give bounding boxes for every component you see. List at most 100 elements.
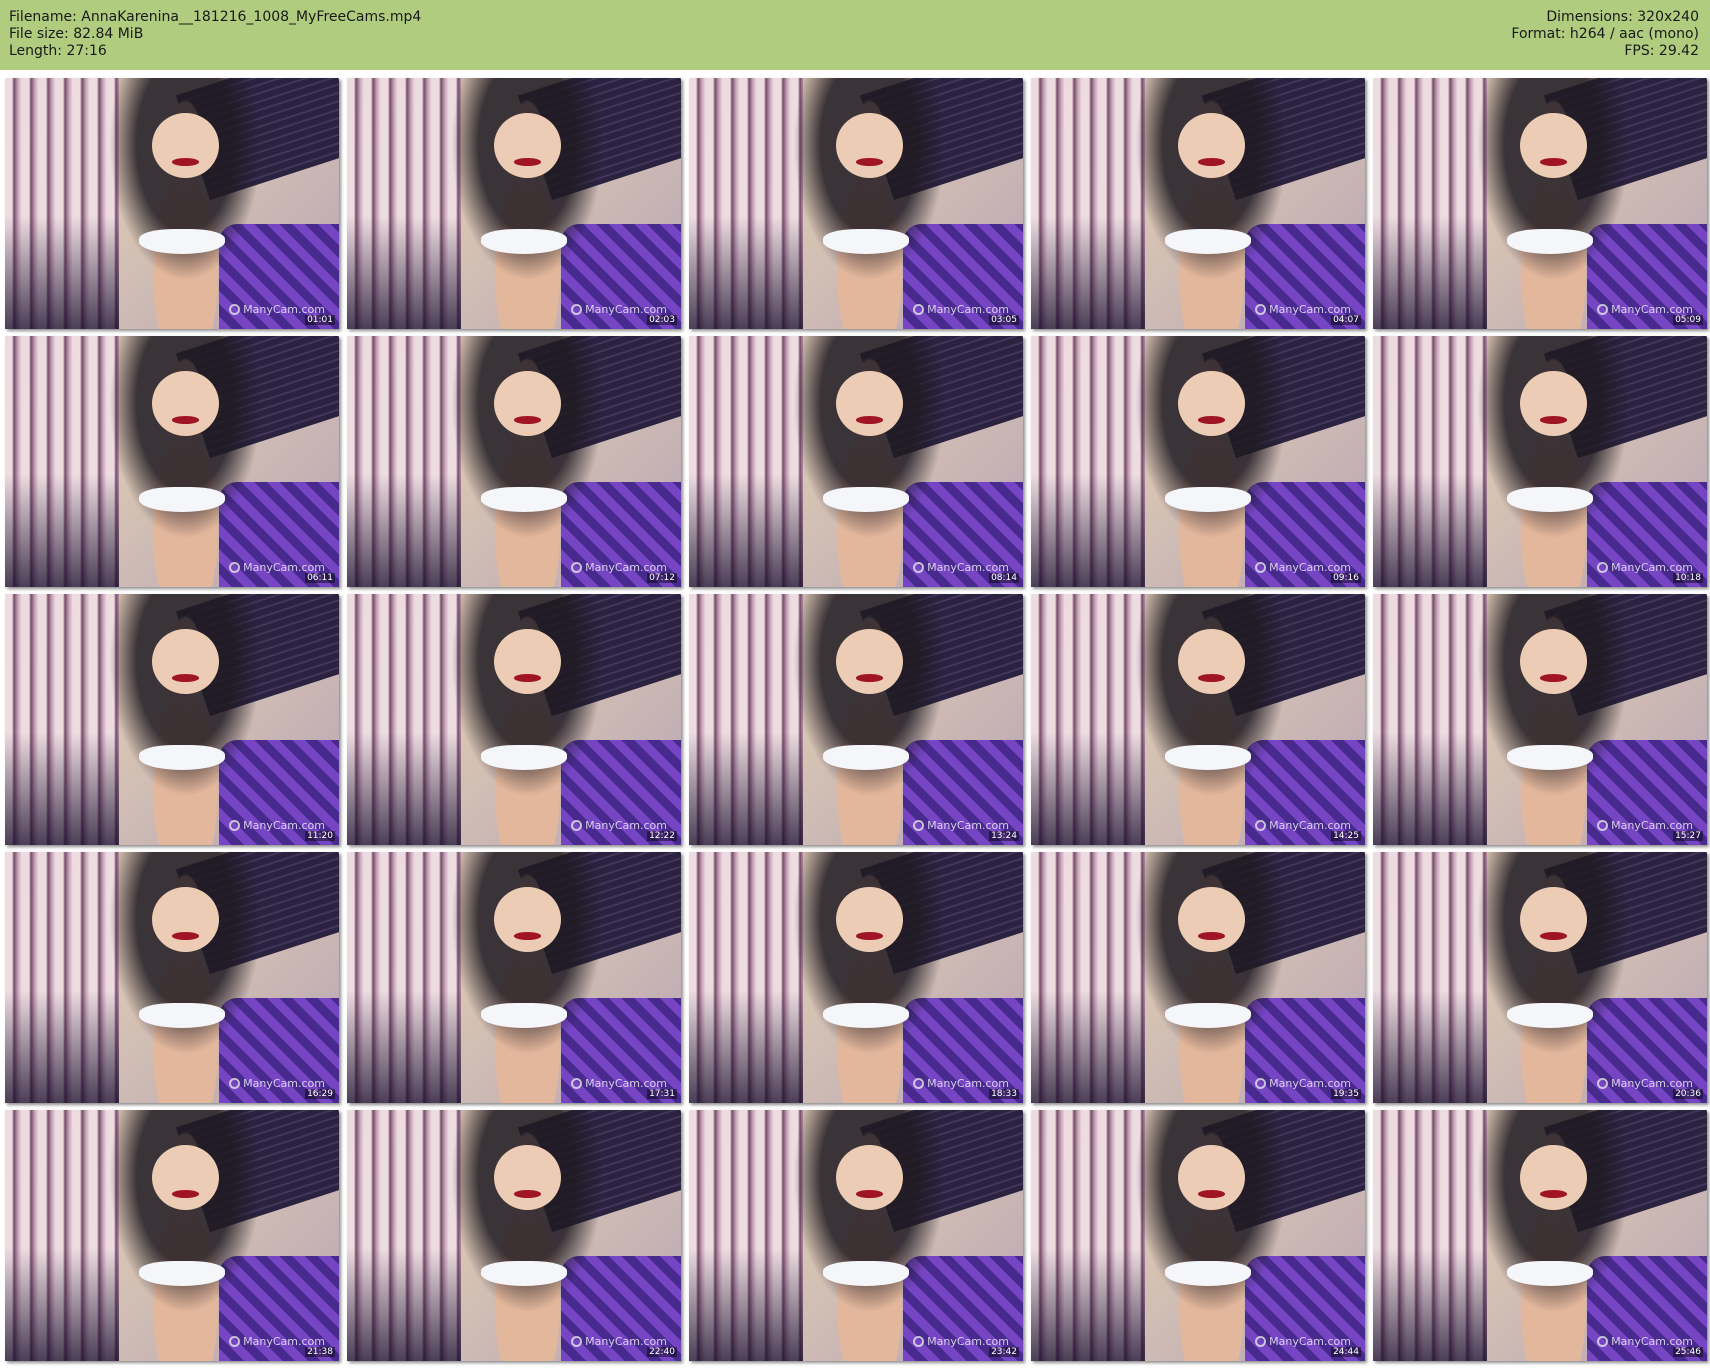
- face: [151, 887, 219, 953]
- hair: [440, 336, 615, 557]
- dimensions-text: Dimensions: 320x240: [1546, 9, 1699, 25]
- video-thumbnail[interactable]: ManyCam.com 23:42: [689, 1110, 1023, 1361]
- face: [1519, 629, 1587, 695]
- video-thumbnail[interactable]: ManyCam.com 22:40: [347, 1110, 681, 1361]
- clothing: [1506, 1002, 1594, 1028]
- video-thumbnail[interactable]: ManyCam.com 10:18: [1373, 336, 1707, 587]
- hair: [782, 594, 957, 815]
- manycam-logo-icon: [1597, 304, 1609, 315]
- lips: [856, 674, 883, 682]
- hair: [1124, 78, 1299, 299]
- lips: [514, 1190, 541, 1198]
- video-thumbnail[interactable]: ManyCam.com 11:20: [5, 594, 339, 845]
- video-thumbnail[interactable]: ManyCam.com 18:33: [689, 852, 1023, 1103]
- lips: [514, 932, 541, 940]
- face: [151, 629, 219, 695]
- thumbnail-timestamp: 19:35: [1331, 1089, 1361, 1099]
- clothing: [1164, 744, 1252, 770]
- thumbnail-grid: ManyCam.com 01:01 ManyCam.com 02:03 ManyCam.…: [5, 78, 1707, 1361]
- lips: [1540, 1190, 1567, 1198]
- thumbnail-timestamp: 06:11: [305, 573, 335, 583]
- clothing: [822, 744, 910, 770]
- video-thumbnail[interactable]: ManyCam.com 17:31: [347, 852, 681, 1103]
- thumbnail-timestamp: 24:44: [1331, 1347, 1361, 1357]
- manycam-logo-icon: [1255, 562, 1267, 573]
- face: [835, 1145, 903, 1211]
- file-info-right: Dimensions: 320x240 Format: h264 / aac (…: [1511, 9, 1699, 60]
- clothing: [138, 228, 226, 254]
- video-thumbnail[interactable]: ManyCam.com 15:27: [1373, 594, 1707, 845]
- manycam-logo-icon: [229, 1336, 241, 1347]
- face: [1519, 1145, 1587, 1211]
- hair: [98, 594, 273, 815]
- thumbnail-timestamp: 25:46: [1673, 1347, 1703, 1357]
- video-thumbnail[interactable]: ManyCam.com 06:11: [5, 336, 339, 587]
- video-thumbnail[interactable]: ManyCam.com 13:24: [689, 594, 1023, 845]
- thumbnail-timestamp: 05:09: [1673, 315, 1703, 325]
- clothing: [480, 1002, 568, 1028]
- video-thumbnail[interactable]: ManyCam.com 21:38: [5, 1110, 339, 1361]
- manycam-logo-icon: [1597, 1078, 1609, 1089]
- video-thumbnail[interactable]: ManyCam.com 25:46: [1373, 1110, 1707, 1361]
- video-thumbnail[interactable]: ManyCam.com 01:01: [5, 78, 339, 329]
- face: [835, 629, 903, 695]
- video-thumbnail[interactable]: ManyCam.com 02:03: [347, 78, 681, 329]
- video-thumbnail[interactable]: ManyCam.com 08:14: [689, 336, 1023, 587]
- face: [1177, 887, 1245, 953]
- thumbnail-timestamp: 08:14: [989, 573, 1019, 583]
- video-thumbnail[interactable]: ManyCam.com 16:29: [5, 852, 339, 1103]
- face: [493, 1145, 561, 1211]
- manycam-logo-icon: [571, 820, 583, 831]
- fps-text: FPS: 29.42: [1624, 43, 1699, 59]
- video-thumbnail[interactable]: ManyCam.com 07:12: [347, 336, 681, 587]
- clothing: [138, 1260, 226, 1286]
- lips: [172, 416, 199, 424]
- hair: [98, 1110, 273, 1331]
- video-thumbnail[interactable]: ManyCam.com 24:44: [1031, 1110, 1365, 1361]
- lips: [514, 674, 541, 682]
- clothing: [822, 1002, 910, 1028]
- clothing: [822, 228, 910, 254]
- thumbnail-timestamp: 10:18: [1673, 573, 1703, 583]
- face: [1177, 1145, 1245, 1211]
- clothing: [480, 1260, 568, 1286]
- thumbnail-timestamp: 20:36: [1673, 1089, 1703, 1099]
- hair: [98, 852, 273, 1073]
- video-thumbnail[interactable]: ManyCam.com 19:35: [1031, 852, 1365, 1103]
- lips: [1198, 674, 1225, 682]
- face: [1177, 371, 1245, 437]
- video-thumbnail[interactable]: ManyCam.com 04:07: [1031, 78, 1365, 329]
- hair: [782, 336, 957, 557]
- hair: [782, 1110, 957, 1331]
- video-thumbnail[interactable]: ManyCam.com 05:09: [1373, 78, 1707, 329]
- video-thumbnail[interactable]: ManyCam.com 03:05: [689, 78, 1023, 329]
- lips: [172, 674, 199, 682]
- video-thumbnail[interactable]: ManyCam.com 14:25: [1031, 594, 1365, 845]
- manycam-logo-icon: [913, 562, 925, 573]
- lips: [1540, 416, 1567, 424]
- hair: [1124, 594, 1299, 815]
- lips: [172, 932, 199, 940]
- manycam-logo-icon: [571, 1336, 583, 1347]
- manycam-logo-icon: [913, 1336, 925, 1347]
- video-thumbnail[interactable]: ManyCam.com 12:22: [347, 594, 681, 845]
- lips: [172, 158, 199, 166]
- clothing: [1164, 1002, 1252, 1028]
- clothing: [138, 1002, 226, 1028]
- face: [151, 371, 219, 437]
- hair: [1466, 594, 1641, 815]
- hair: [1124, 852, 1299, 1073]
- hair: [782, 78, 957, 299]
- filename-text: Filename: AnnaKarenina__181216_1008_MyFr…: [9, 9, 422, 25]
- thumbnail-timestamp: 23:42: [989, 1347, 1019, 1357]
- hair: [1466, 852, 1641, 1073]
- hair: [1466, 78, 1641, 299]
- thumbnail-timestamp: 21:38: [305, 1347, 335, 1357]
- manycam-logo-icon: [229, 820, 241, 831]
- manycam-logo-icon: [1597, 820, 1609, 831]
- hair: [98, 78, 273, 299]
- video-thumbnail[interactable]: ManyCam.com 09:16: [1031, 336, 1365, 587]
- face: [493, 113, 561, 179]
- thumbnail-timestamp: 03:05: [989, 315, 1019, 325]
- video-thumbnail[interactable]: ManyCam.com 20:36: [1373, 852, 1707, 1103]
